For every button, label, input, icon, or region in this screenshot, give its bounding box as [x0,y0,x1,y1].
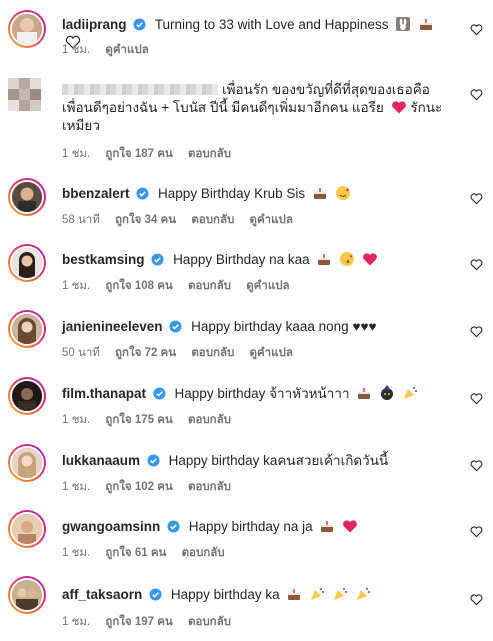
verified-badge-icon [153,387,166,400]
reply-button[interactable]: ตอบกลับ [191,214,234,226]
like-heart-icon[interactable] [470,258,483,271]
likes-count[interactable]: ถูกใจ 187 คน [105,148,172,160]
username[interactable]: lukkanaaum [62,453,140,468]
comment-time: 1 ชม. [62,44,91,56]
comment-time: 58 นาที [62,214,100,226]
avatar[interactable] [8,576,46,614]
translate-link[interactable]: ดูคำแปล [250,347,293,359]
translate-link[interactable]: ดูคำแปล [246,280,289,292]
translate-link[interactable]: ดูคำแปล [105,44,148,56]
translate-link[interactable]: ดูคำแปล [250,214,293,226]
cake-icon [356,385,372,401]
avatar[interactable] [8,377,46,415]
like-heart-icon[interactable] [470,392,483,405]
comment-time: 1 ชม. [62,616,91,628]
comment-text: Happy birthday จ้าาหัวหน้าาา [174,386,350,401]
likes-count[interactable]: ถูกใจ 61 คน [105,547,166,559]
verified-badge-icon [136,187,149,200]
avatar[interactable] [8,244,46,282]
comment-time: 1 ชม. [62,414,91,426]
comment-text: Happy Birthday Krub Sis [158,186,306,201]
avatar[interactable] [8,510,46,548]
comment-time: 1 ชม. [62,547,91,559]
like-heart-icon[interactable] [470,88,483,101]
party-popper-icon [309,586,325,602]
avatar[interactable] [8,178,46,216]
username[interactable]: aff_taksaorn [62,587,142,602]
cake-icon [316,251,332,267]
comment-time: 1 ชม. [62,148,91,160]
verified-badge-icon [133,18,146,31]
like-heart-icon[interactable] [470,593,483,606]
avatar[interactable] [8,310,46,348]
comment-time: 1 ชม. [62,280,91,292]
reply-button[interactable]: ตอบกลับ [191,347,234,359]
likes-count[interactable]: ถูกใจ 72 คน [115,347,176,359]
likes-count[interactable]: ถูกใจ 197 คน [105,616,172,628]
verified-badge-icon [149,588,162,601]
cake-icon [312,185,328,201]
username[interactable]: bestkamsing [62,252,145,267]
bunny-icon [395,16,411,32]
username[interactable]: film.thanapat [62,386,146,401]
cake-icon [418,16,434,32]
likes-count[interactable]: ถูกใจ 102 คน [105,481,172,493]
comments-list: ladiiprang Turning to 33 with Love and H… [0,0,493,641]
verified-badge-icon [169,320,182,333]
reply-button[interactable]: ตอบกลับ [188,280,231,292]
cake-icon [319,518,335,534]
reply-button[interactable]: ตอบกลับ [188,148,231,160]
smiling-face-hearts-icon [335,185,351,201]
verified-badge-icon [151,253,164,266]
comment-text: Happy birthday kaคนสวยเค้าเกิดวันนี้ [168,453,389,468]
verified-badge-icon [167,520,180,533]
avatar[interactable] [8,444,46,482]
avatar[interactable] [8,78,42,112]
comment-text: Happy birthday kaaa nong ♥♥♥ [191,319,377,334]
party-popper-icon [332,586,348,602]
reply-button[interactable]: ตอบกลับ [188,616,231,628]
likes-count[interactable]: ถูกใจ 34 คน [115,214,176,226]
likes-count[interactable]: ถูกใจ 175 คน [105,414,172,426]
verified-badge-icon [147,454,160,467]
party-face-icon [379,385,395,401]
reply-button[interactable]: ตอบกลับ [182,547,225,559]
reply-button[interactable]: ตอบกลับ [188,481,231,493]
like-heart-icon[interactable] [470,525,483,538]
red-heart-icon [391,99,407,115]
kiss-face-icon [339,251,355,267]
likes-count[interactable]: ถูกใจ 108 คน [105,280,172,292]
comment-text: Turning to 33 with Love and Happiness [154,17,389,32]
like-heart-icon[interactable] [470,192,483,205]
like-heart-icon[interactable] [470,459,483,472]
reply-button[interactable]: ตอบกลับ [188,414,231,426]
comment-text: Happy birthday na ja [188,519,313,534]
comment-text: Happy Birthday na kaa [173,252,310,267]
username[interactable]: gwangoamsinn [62,519,160,534]
avatar[interactable] [8,10,46,48]
red-heart-icon [342,518,358,534]
like-heart-icon[interactable] [470,325,483,338]
username[interactable]: ladiiprang [62,17,127,32]
username-blurred [62,84,218,95]
username[interactable]: bbenzalert [62,186,130,201]
comment-time: 50 นาที [62,347,100,359]
red-heart-icon [362,251,378,267]
party-popper-icon [402,385,418,401]
like-heart-icon[interactable] [470,23,483,36]
comment-text: Happy birthday ka [170,587,280,602]
cake-icon [286,586,302,602]
username[interactable]: janienineeleven [62,319,163,334]
party-popper-icon [355,586,371,602]
comment-time: 1 ชม. [62,481,91,493]
